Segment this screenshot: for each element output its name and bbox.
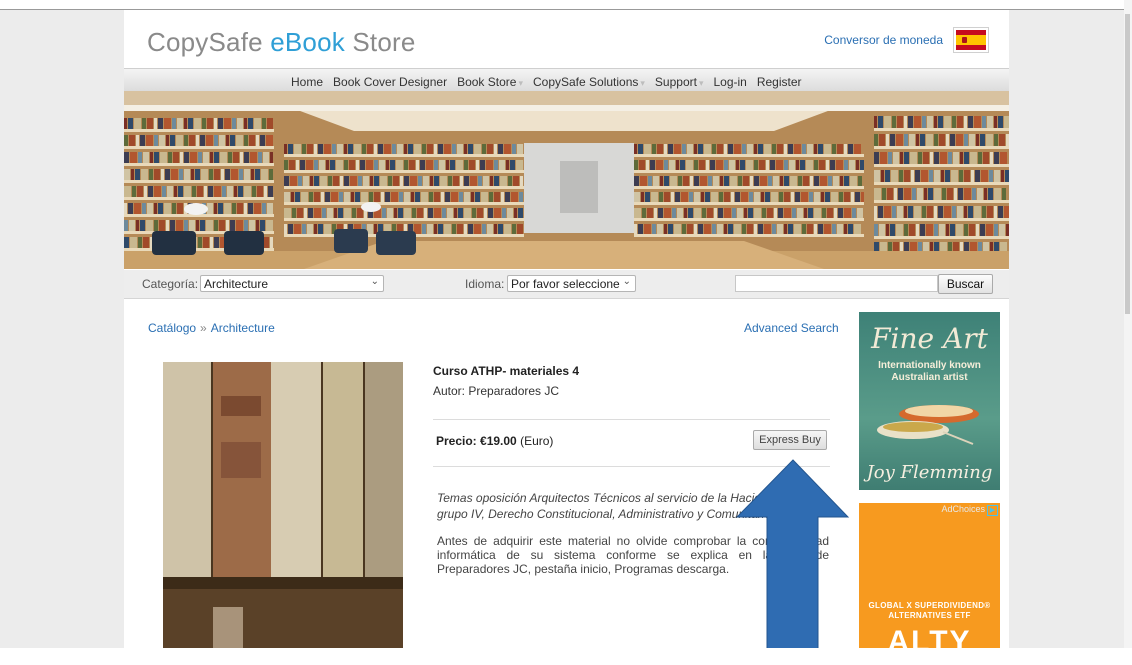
window-bottom-edge	[0, 648, 1132, 665]
blue-up-arrow-annotation	[735, 459, 850, 665]
